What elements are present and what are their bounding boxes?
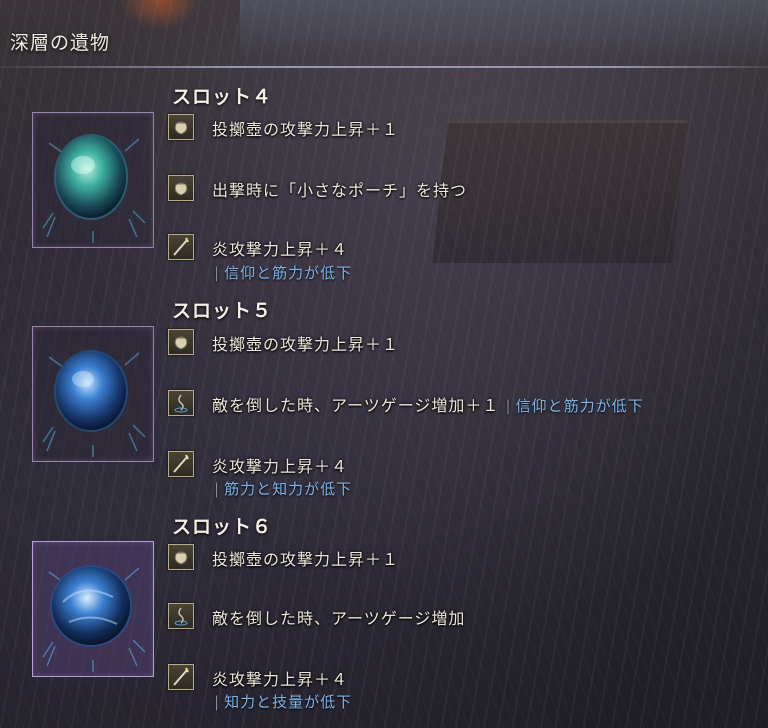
panel-title: 深層の遺物 [10, 32, 111, 54]
pouch-icon [168, 329, 194, 355]
pouch-icon [168, 175, 194, 201]
sword-icon [168, 234, 194, 260]
relic-green-icon[interactable] [32, 112, 154, 248]
effect-text: 炎攻撃力上昇＋４ [212, 240, 349, 259]
relic-blue-icon[interactable] [32, 541, 154, 677]
penalty-text: | 筋力と知力が低下 [214, 480, 353, 498]
effect-text: 炎攻撃力上昇＋４ [212, 457, 349, 476]
header-divider [0, 66, 768, 68]
penalty-text: | 知力と技量が低下 [214, 693, 353, 711]
art-gauge-icon [168, 603, 194, 629]
sword-icon [168, 664, 194, 690]
sword-icon [168, 451, 194, 477]
background-ruin [432, 120, 688, 263]
effect-text: 炎攻撃力上昇＋４ [212, 670, 349, 689]
slot-title: スロット６ [172, 516, 273, 538]
relic-blue-icon[interactable] [32, 326, 154, 462]
slot-title: スロット４ [172, 86, 273, 108]
penalty-text: | 信仰と筋力が低下 [214, 264, 353, 282]
art-gauge-icon [168, 390, 194, 416]
effect-text: 敵を倒した時、アーツゲージ増加＋１ | 信仰と筋力が低下 [212, 396, 644, 415]
effect-text: 投擲壺の攻撃力上昇＋１ [212, 550, 400, 569]
effect-text: 出撃時に「小さなポーチ」を持つ [212, 181, 468, 200]
pouch-icon [168, 544, 194, 570]
effect-text: 敵を倒した時、アーツゲージ増加 [212, 609, 466, 628]
pouch-icon [168, 114, 194, 140]
effect-text: 投擲壺の攻撃力上昇＋１ [212, 120, 400, 139]
effect-text: 投擲壺の攻撃力上昇＋１ [212, 335, 400, 354]
slot-title: スロット５ [172, 300, 273, 322]
panel-header: 深層の遺物 [0, 0, 768, 68]
penalty-text: | 信仰と筋力が低下 [505, 397, 644, 415]
